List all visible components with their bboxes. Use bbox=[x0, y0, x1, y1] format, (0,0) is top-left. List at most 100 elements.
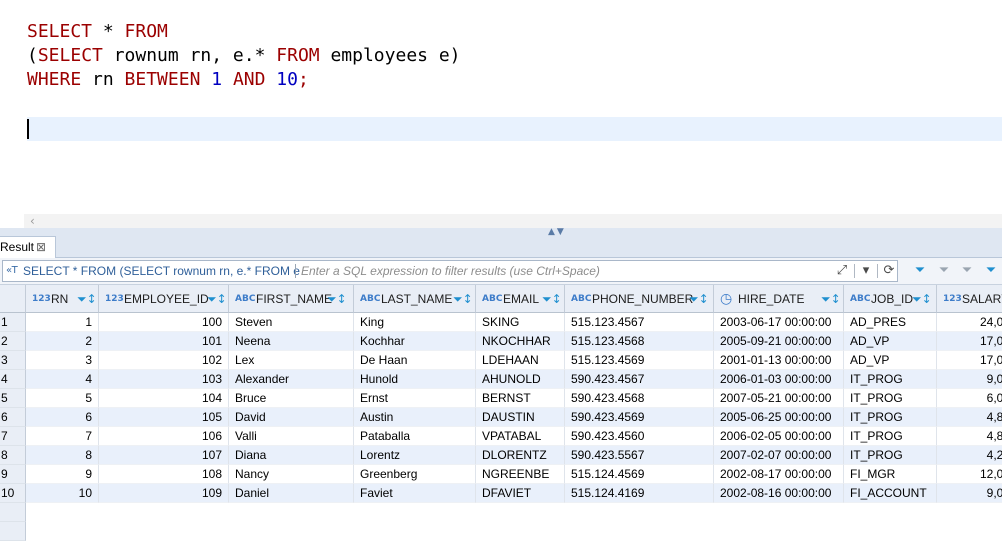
column-header-email[interactable]: ABC EMAIL ⏷↕ bbox=[476, 285, 565, 313]
column-header-first-name[interactable]: ABC FIRST_NAME ⏷↕ bbox=[229, 285, 354, 313]
cell-hire-date[interactable]: 2003-06-17 00:00:00 bbox=[714, 313, 844, 332]
cell-last-name[interactable]: Kochhar bbox=[354, 332, 476, 351]
cell-hire-date[interactable]: 2006-01-03 00:00:00 bbox=[714, 370, 844, 389]
cell-email[interactable]: NGREENBE bbox=[476, 465, 565, 484]
table-row[interactable]: 4 4 103 Alexander Hunold AHUNOLD 590.423.4567 2… bbox=[0, 370, 1002, 389]
cell-job-id[interactable]: IT_PROG bbox=[844, 389, 937, 408]
cell-job-id[interactable]: IT_PROG bbox=[844, 370, 937, 389]
row-number[interactable]: 9 bbox=[0, 465, 26, 484]
cell-employee-id[interactable]: 107 bbox=[99, 446, 229, 465]
cell-rn[interactable]: 6 bbox=[26, 408, 99, 427]
cell-email[interactable]: LDEHAAN bbox=[476, 351, 565, 370]
cell-first-name[interactable]: David bbox=[229, 408, 354, 427]
cell-salary[interactable]: 17,00 bbox=[937, 332, 1002, 351]
cell-salary[interactable]: 4,20 bbox=[937, 446, 1002, 465]
cell-rn[interactable]: 5 bbox=[26, 389, 99, 408]
cell-hire-date[interactable]: 2005-06-25 00:00:00 bbox=[714, 408, 844, 427]
cell-first-name[interactable]: Alexander bbox=[229, 370, 354, 389]
table-row[interactable]: 1 1 100 Steven King SKING 515.123.4567 2003-06-… bbox=[0, 313, 1002, 332]
row-number[interactable]: 5 bbox=[0, 389, 26, 408]
cell-salary[interactable]: 9,00 bbox=[937, 484, 1002, 503]
row-number[interactable]: 6 bbox=[0, 408, 26, 427]
cell-employee-id[interactable]: 109 bbox=[99, 484, 229, 503]
history-dropdown-icon[interactable]: ▾ bbox=[857, 262, 875, 280]
cell-last-name[interactable]: King bbox=[354, 313, 476, 332]
expand-icon[interactable]: ⤢ bbox=[833, 262, 851, 280]
filter-clear-icon[interactable]: ⏷ bbox=[935, 262, 953, 280]
cell-hire-date[interactable]: 2001-01-13 00:00:00 bbox=[714, 351, 844, 370]
cell-job-id[interactable]: IT_PROG bbox=[844, 446, 937, 465]
code-line-3[interactable]: WHERE rn BETWEEN 1 AND 10; bbox=[27, 68, 309, 92]
code-line-2[interactable]: (SELECT rownum rn, e.* FROM employees e) bbox=[27, 44, 461, 68]
sort-filter-icon[interactable]: ⏷↕ bbox=[689, 285, 709, 313]
column-header-last-name[interactable]: ABC LAST_NAME ⏷↕ bbox=[354, 285, 476, 313]
cell-salary[interactable]: 9,00 bbox=[937, 370, 1002, 389]
cell-first-name[interactable]: Lex bbox=[229, 351, 354, 370]
sql-editor[interactable]: SELECT * FROM (SELECT rownum rn, e.* FRO… bbox=[0, 0, 1002, 214]
filter-apply-icon[interactable]: ⏷ bbox=[911, 262, 929, 280]
row-number[interactable]: 7 bbox=[0, 427, 26, 446]
chevron-left-icon[interactable]: ‹ bbox=[30, 214, 35, 228]
sort-filter-icon[interactable]: ⏷↕ bbox=[542, 285, 562, 313]
sort-filter-icon[interactable]: ⏷↕ bbox=[207, 285, 227, 313]
cell-hire-date[interactable]: 2005-09-21 00:00:00 bbox=[714, 332, 844, 351]
cell-last-name[interactable]: De Haan bbox=[354, 351, 476, 370]
cell-job-id[interactable]: IT_PROG bbox=[844, 427, 937, 446]
cell-job-id[interactable]: FI_MGR bbox=[844, 465, 937, 484]
cell-rn[interactable]: 7 bbox=[26, 427, 99, 446]
cell-email[interactable]: DLORENTZ bbox=[476, 446, 565, 465]
row-number[interactable]: 4 bbox=[0, 370, 26, 389]
column-header-rn[interactable]: 123 RN ⏷↕ bbox=[26, 285, 99, 313]
row-number[interactable]: 3 bbox=[0, 351, 26, 370]
cell-rn[interactable]: 4 bbox=[26, 370, 99, 389]
cell-email[interactable]: BERNST bbox=[476, 389, 565, 408]
column-header-job-id[interactable]: ABC JOB_ID ⏷↕ bbox=[844, 285, 937, 313]
cell-email[interactable]: SKING bbox=[476, 313, 565, 332]
cell-employee-id[interactable]: 106 bbox=[99, 427, 229, 446]
cell-salary[interactable]: 4,80 bbox=[937, 408, 1002, 427]
cell-first-name[interactable]: Valli bbox=[229, 427, 354, 446]
cell-last-name[interactable]: Austin bbox=[354, 408, 476, 427]
cell-employee-id[interactable]: 102 bbox=[99, 351, 229, 370]
sort-filter-icon[interactable]: ⏷↕ bbox=[912, 285, 932, 313]
column-header-phone-number[interactable]: ABC PHONE_NUMBER ⏷↕ bbox=[565, 285, 714, 313]
cell-phone-number[interactable]: 515.123.4568 bbox=[565, 332, 714, 351]
table-row[interactable]: 7 7 106 Valli Pataballa VPATABAL 590.423.4560 2… bbox=[0, 427, 1002, 446]
cell-job-id[interactable]: AD_PRES bbox=[844, 313, 937, 332]
cell-hire-date[interactable]: 2002-08-17 00:00:00 bbox=[714, 465, 844, 484]
cell-employee-id[interactable]: 100 bbox=[99, 313, 229, 332]
cell-phone-number[interactable]: 515.124.4169 bbox=[565, 484, 714, 503]
column-header-hire-date[interactable]: ◷ HIRE_DATE ⏷↕ bbox=[714, 285, 844, 313]
editor-horizontal-scrollbar[interactable]: ‹ bbox=[24, 214, 1002, 228]
cell-employee-id[interactable]: 108 bbox=[99, 465, 229, 484]
close-icon[interactable]: ⊠ bbox=[36, 237, 46, 257]
cell-hire-date[interactable]: 2007-05-21 00:00:00 bbox=[714, 389, 844, 408]
table-row[interactable]: 8 8 107 Diana Lorentz DLORENTZ 590.423.5567 200… bbox=[0, 446, 1002, 465]
cell-phone-number[interactable]: 590.423.4569 bbox=[565, 408, 714, 427]
cell-email[interactable]: DFAVIET bbox=[476, 484, 565, 503]
sort-filter-icon[interactable]: ⏷↕ bbox=[77, 285, 97, 313]
cell-last-name[interactable]: Ernst bbox=[354, 389, 476, 408]
column-header-salary[interactable]: 123SALARY bbox=[937, 285, 1002, 313]
cell-last-name[interactable]: Hunold bbox=[354, 370, 476, 389]
cell-salary[interactable]: 6,00 bbox=[937, 389, 1002, 408]
cell-rn[interactable]: 3 bbox=[26, 351, 99, 370]
cell-last-name[interactable]: Greenberg bbox=[354, 465, 476, 484]
column-header-employee-id[interactable]: 123 EMPLOYEE_ID ⏷↕ bbox=[99, 285, 229, 313]
grid-corner[interactable] bbox=[0, 285, 26, 313]
table-row[interactable]: 6 6 105 David Austin DAUSTIN 590.423.4569 2005-… bbox=[0, 408, 1002, 427]
cell-rn[interactable]: 1 bbox=[26, 313, 99, 332]
panel-sash[interactable] bbox=[0, 228, 1002, 236]
row-number[interactable]: 1 bbox=[0, 313, 26, 332]
cell-first-name[interactable]: Bruce bbox=[229, 389, 354, 408]
cell-phone-number[interactable]: 590.423.4567 bbox=[565, 370, 714, 389]
cell-rn[interactable]: 10 bbox=[26, 484, 99, 503]
sort-filter-icon[interactable]: ⏷↕ bbox=[821, 285, 841, 313]
cell-hire-date[interactable]: 2007-02-07 00:00:00 bbox=[714, 446, 844, 465]
code-line-1[interactable]: SELECT * FROM bbox=[27, 20, 168, 44]
cell-first-name[interactable]: Nancy bbox=[229, 465, 354, 484]
cell-last-name[interactable]: Lorentz bbox=[354, 446, 476, 465]
cell-hire-date[interactable]: 2002-08-16 00:00:00 bbox=[714, 484, 844, 503]
cell-phone-number[interactable]: 515.123.4569 bbox=[565, 351, 714, 370]
cell-salary[interactable]: 4,80 bbox=[937, 427, 1002, 446]
